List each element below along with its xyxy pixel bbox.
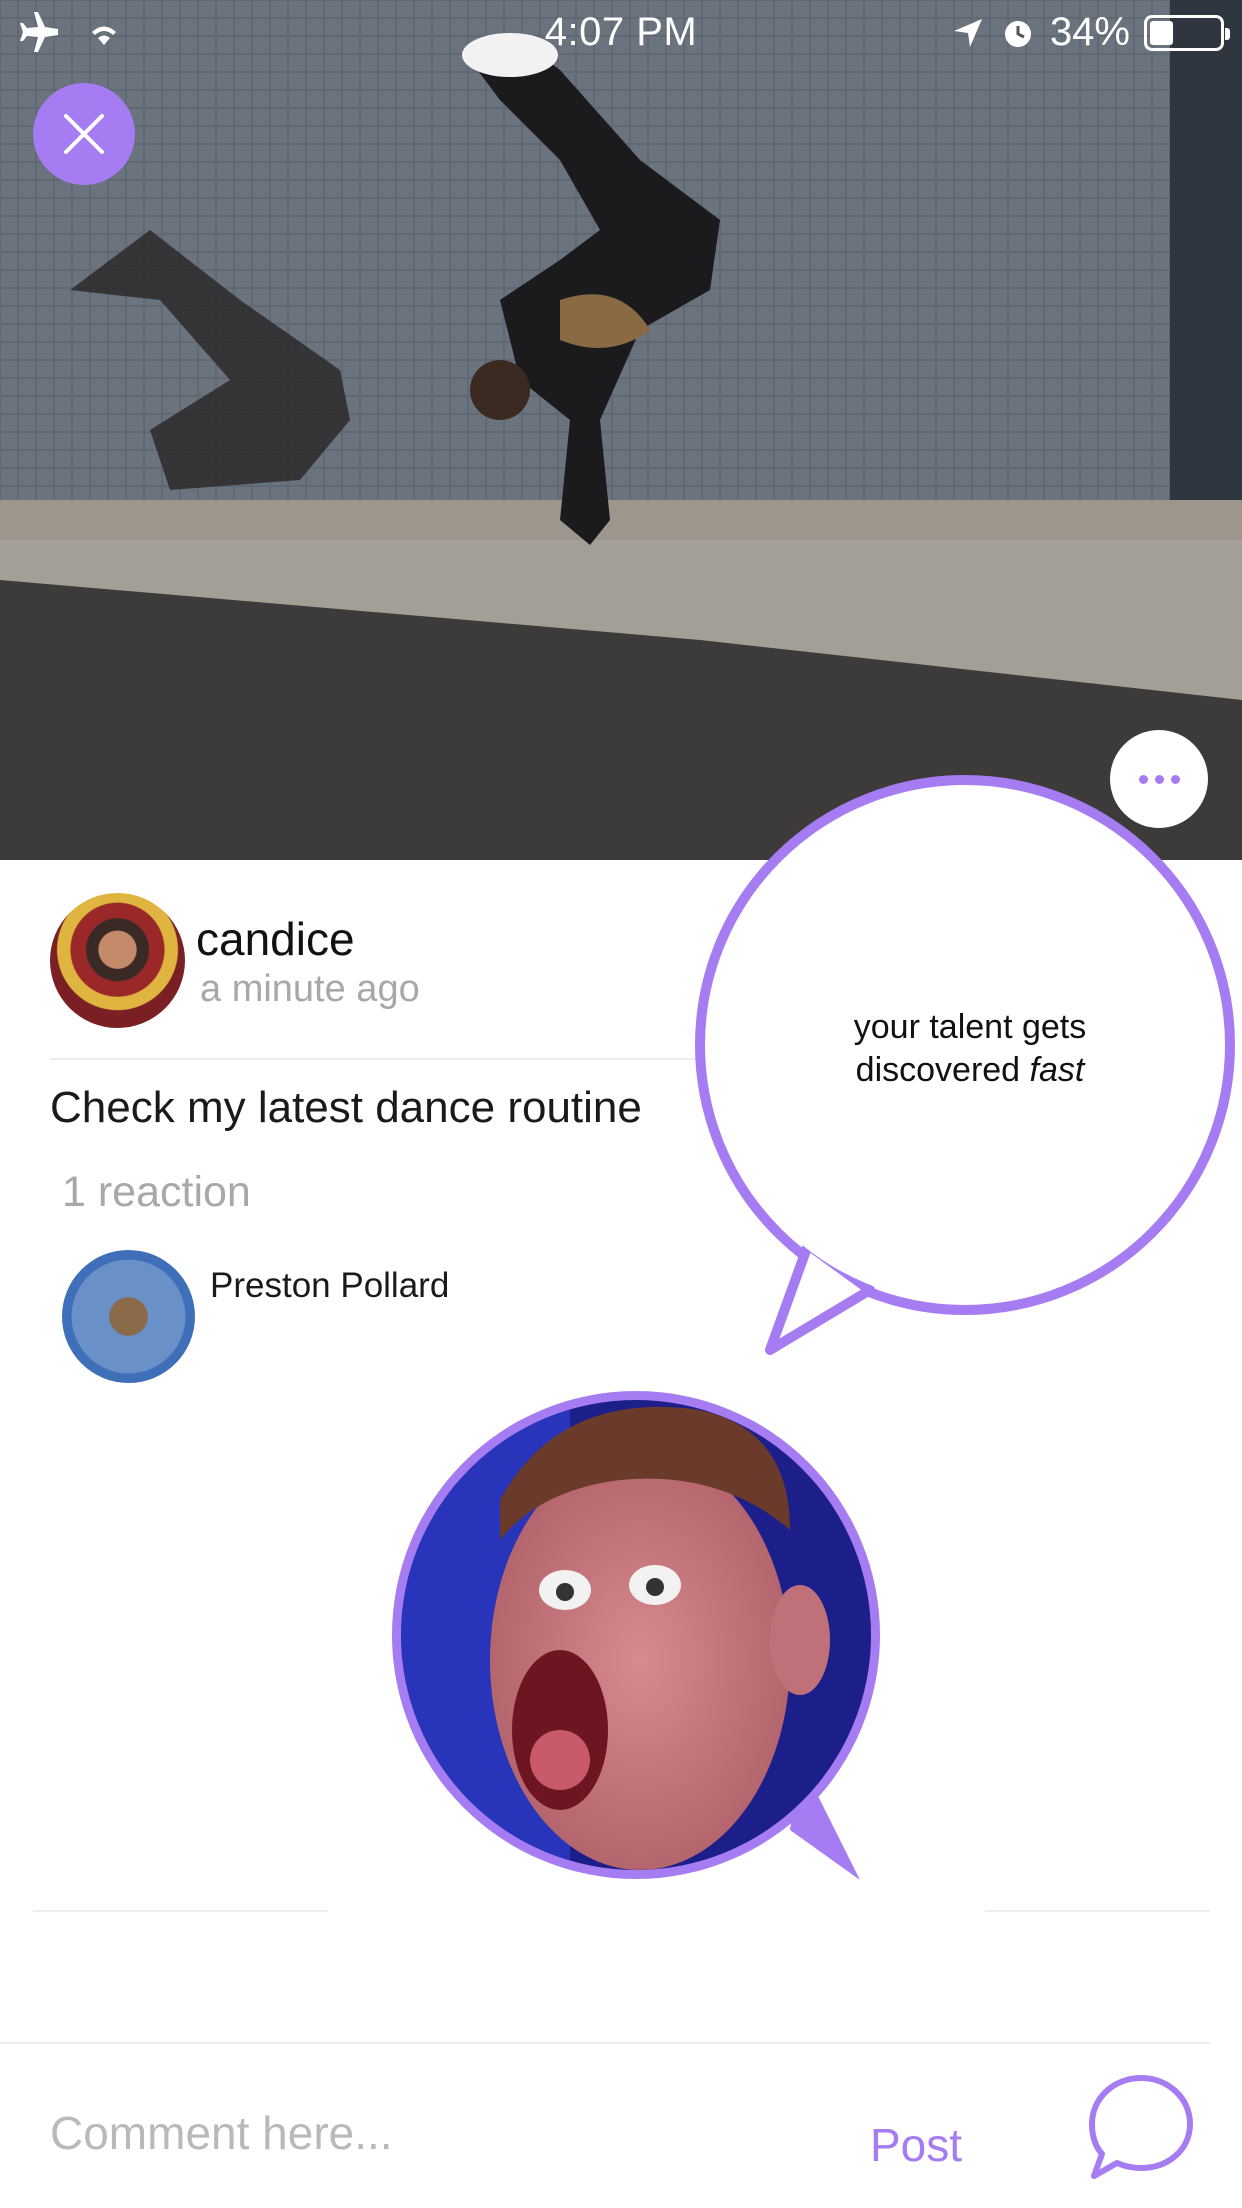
callout-emphasis: fast	[1029, 1050, 1085, 1089]
callout-line-2: discovered fast	[785, 1049, 1155, 1092]
reaction-face-bubble	[392, 1391, 880, 1880]
section-divider-left	[33, 1910, 328, 1912]
callout-line-2-prefix: discovered	[855, 1050, 1030, 1089]
promo-overlay	[392, 775, 1235, 1880]
comment-bar: Post	[0, 2043, 1242, 2208]
section-divider-right	[985, 1910, 1210, 1912]
post-button[interactable]: Post	[870, 2118, 962, 2172]
comment-input[interactable]	[50, 2098, 810, 2168]
callout-text: your talent gets discovered fast	[785, 1006, 1155, 1091]
callout-line-1: your talent gets	[853, 1008, 1087, 1046]
chat-bubble-icon[interactable]	[1082, 2068, 1200, 2186]
